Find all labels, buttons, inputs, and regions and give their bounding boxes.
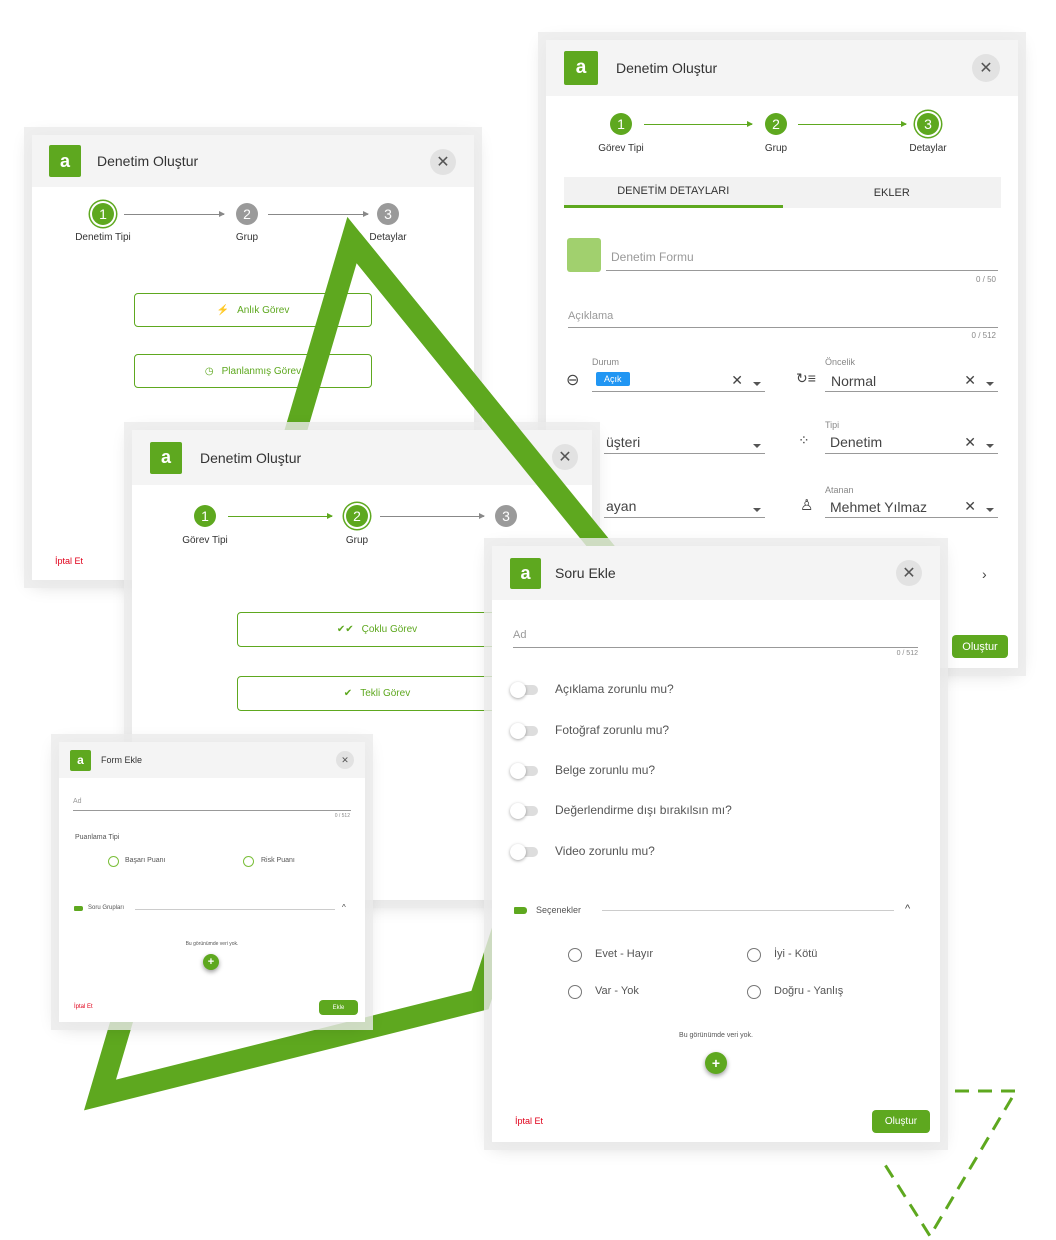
decorative-dashed-triangle xyxy=(880,1089,1019,1239)
